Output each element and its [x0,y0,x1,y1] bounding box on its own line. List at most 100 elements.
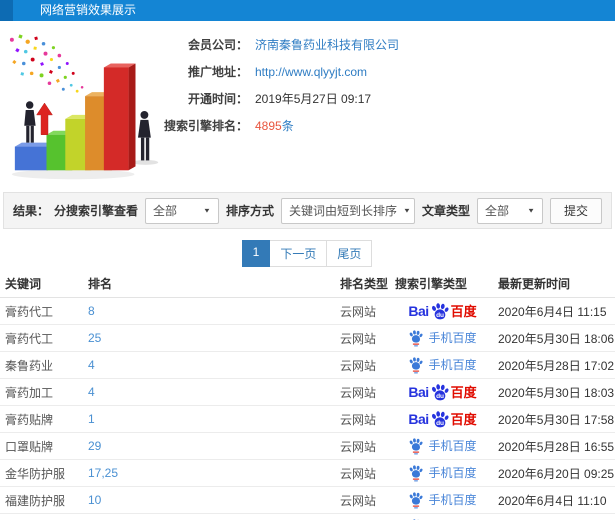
baidu-cn-text: 百度 [450,384,477,400]
table-row: 福建防护服 10 云网站 手机百度 2020年6月4日 11:10 [0,487,615,514]
engine-filter-label: 分搜索引擎查看 [53,204,138,218]
updated-cell: 2020年5月30日 18:03 [498,385,615,400]
rank-link[interactable]: 10 [88,493,340,507]
table-row: 膏药加工 4 云网站 Bai du 百度 2020年5月30日 18:03 [0,379,615,406]
info-row-url: 推广地址： http://www.qlyyjt.com [158,58,399,85]
baidu-du-text: du [436,393,444,400]
header-updated: 最新更新时间 [498,277,571,291]
sort-filter-label: 排序方式 [225,204,274,218]
table-row: 金华防护服 17,25 云网站 手机百度 2020年6月20日 09:25 [0,460,615,487]
company-link[interactable]: 济南秦鲁药业科技有限公司 [255,36,399,53]
result-label: 结果： [13,204,50,218]
mobile-baidu-label: 手机百度 [408,437,477,455]
rank-type-cell: 云网站 [340,493,377,508]
confetti-dots [9,34,84,93]
updated-cell: 2020年6月4日 11:15 [498,304,607,319]
baidu-du-text: du [436,312,444,319]
table-row: 膏药代工 25 云网站 手机百度 2020年5月30日 18:06 [0,325,615,352]
mobile-baidu-paw-icon [410,438,423,455]
growth-chart-illustration [2,29,180,187]
table-header-row: 关键词 排名 排名类型 搜索引擎类型 最新更新时间 [0,270,615,298]
mobile-baidu-label: 手机百度 [408,356,477,374]
keyword-cell: 金华防护服 [5,466,66,481]
updated-cell: 2020年5月28日 16:55 [498,439,615,454]
titlebar: 网络营销效果展示 [0,0,615,21]
info-section: 会员公司： 济南秦鲁药业科技有限公司 推广地址： http://www.qlyy… [0,21,615,191]
engine-cell: 手机百度 [395,491,490,509]
keyword-cell: 口罩贴牌 [5,439,54,454]
rank-link[interactable]: 25 [88,331,340,345]
caret-down-icon: ▼ [402,206,411,215]
article-type-value: 全部 [484,204,509,218]
table-row: 手机百度 [0,514,615,520]
rank-link[interactable]: 4 [88,358,340,372]
article-type-label: 文章类型 [421,204,470,218]
baidu-bai-text: Bai [408,384,429,400]
rank-type-cell: 云网站 [340,331,377,346]
rank-link[interactable]: 29 [88,439,340,453]
keyword-cell: 膏药加工 [5,385,54,400]
baidu-cn-text: 百度 [450,303,477,319]
ranking-count-value: 4895条 [255,117,294,134]
table-row: 膏药代工 8 云网站 Bai du 百度 2020年6月4日 11:15 [0,298,615,325]
header-keyword: 关键词 [5,277,42,291]
rank-type-cell: 云网站 [340,439,377,454]
businessman-right [137,110,151,161]
bar-red [103,63,136,171]
baidu-du-text: du [436,420,444,427]
rank-link[interactable]: 1 [88,412,340,426]
updated-cell: 2020年6月20日 09:25 [498,466,615,481]
keyword-cell: 膏药贴牌 [5,412,54,427]
sort-filter-value: 关键词由短到长排序 [288,204,397,218]
header-rank: 排名 [88,277,113,291]
baidu-paw-icon: du [431,383,449,400]
mobile-baidu-paw-icon [410,330,423,347]
baidu-bai-text: Bai [408,303,429,319]
header-rank-type: 排名类型 [340,277,389,291]
info-row-ranking: 搜索引擎排名： 4895条 [158,112,399,139]
company-label: 会员公司： [187,38,248,52]
rank-link[interactable]: 4 [88,385,340,399]
engine-cell: 手机百度 [395,437,490,455]
filter-controls: 分搜索引擎查看 全部 ▼ 排序方式 关键词由短到长排序 ▼ 文章类型 全部 ▼ … [53,197,602,224]
baidu-logo: Bai du 百度 [408,383,477,402]
engine-cell: 手机百度 [395,464,490,482]
titlebar-accent [0,0,13,21]
article-type-select[interactable]: 全部 ▼ [476,197,543,224]
opened-time-label: 开通时间： [187,92,248,106]
page-title: 网络营销效果展示 [40,3,137,17]
keyword-ranking-table: 关键词 排名 排名类型 搜索引擎类型 最新更新时间 膏药代工 8 云网站 Bai… [0,270,615,520]
engine-filter-select[interactable]: 全部 ▼ [144,197,219,224]
rank-type-cell: 云网站 [340,304,377,319]
opened-time-value: 2019年5月27日 09:17 [255,92,372,106]
last-page-button[interactable]: 尾页 [326,240,373,267]
mobile-baidu-text: 手机百度 [428,439,477,453]
baidu-cn-text: 百度 [450,411,477,427]
marketing-report-page: 网络营销效果展示 会员公司： 济南秦鲁药业科技有限公司 推广地址： http:/… [0,0,615,520]
rank-link[interactable]: 17,25 [88,466,340,480]
sort-filter-select[interactable]: 关键词由短到长排序 ▼ [280,197,415,224]
updated-cell: 2020年5月28日 17:02 [498,358,615,373]
rank-type-cell: 云网站 [340,385,377,400]
engine-cell: Bai du 百度 [395,383,490,402]
rank-type-cell: 云网站 [340,412,377,427]
header-engine-type: 搜索引擎类型 [395,277,468,291]
mobile-baidu-label: 手机百度 [408,464,477,482]
engine-cell: Bai du 百度 [395,410,490,429]
mobile-baidu-paw-icon [410,492,423,509]
keyword-cell: 福建防护服 [5,493,66,508]
baidu-bai-text: Bai [408,411,429,427]
baidu-paw-icon: du [431,302,449,319]
engine-cell: Bai du 百度 [395,302,490,321]
next-page-button[interactable]: 下一页 [269,240,328,267]
submit-button[interactable]: 提交 [549,197,602,224]
mobile-baidu-paw-icon [410,465,423,482]
rank-link[interactable]: 8 [88,304,340,318]
ranking-count-label: 搜索引擎排名： [163,119,248,133]
growth-arrow [36,102,53,135]
mobile-baidu-text: 手机百度 [428,466,477,480]
promo-url-link[interactable]: http://www.qlyyjt.com [255,65,367,79]
mobile-baidu-text: 手机百度 [428,358,477,372]
baidu-logo: Bai du 百度 [408,302,477,321]
page-1-button[interactable]: 1 [241,240,271,267]
